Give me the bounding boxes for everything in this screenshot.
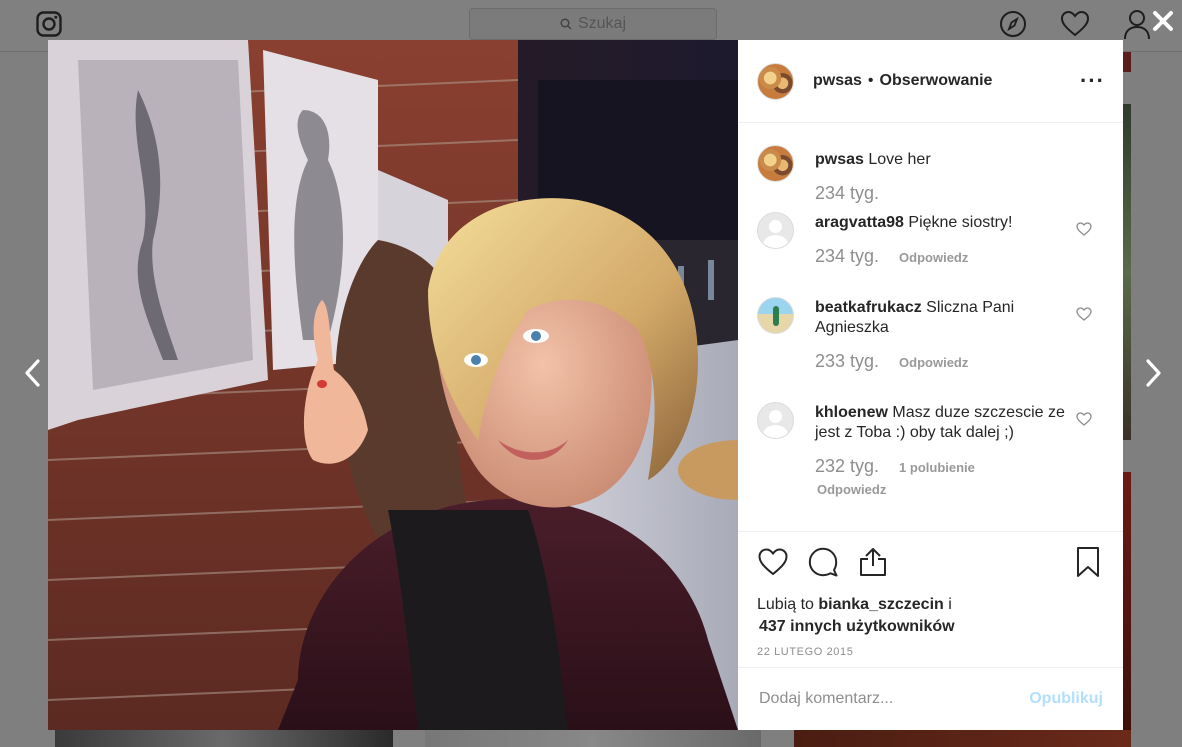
comment-likes-count[interactable]: 1 polubienie [899,460,975,475]
avatar[interactable] [757,297,794,334]
reply-button[interactable]: Odpowiedz [817,482,1065,497]
avatar[interactable] [757,145,794,182]
comment-text: beatkafrukacz Sliczna Pani Agnieszka [815,298,1065,338]
comment-text: aragvatta98 Piękne siostry! [815,213,1065,233]
comment-body: Love her [868,151,931,168]
avatar[interactable] [757,62,794,100]
comment-item: pwsas Love her 234 tyg. [757,145,1104,212]
background-tile [1123,104,1131,440]
comment-icon[interactable] [807,546,839,578]
post-details-panel: pwsas • Obserwowanie ··· pwsas Love her … [738,40,1123,730]
reply-button[interactable]: Odpowiedz [899,250,968,265]
next-post-arrow-icon[interactable] [1138,353,1168,393]
separator-dot: • [867,72,874,89]
likes-others-count[interactable]: 437 innych użytkowników [759,618,955,635]
comment-like-icon[interactable] [1076,222,1092,236]
add-comment-bar: Opublikuj [738,667,1123,730]
explore-icon[interactable] [999,10,1027,38]
post-photo-illustration [48,40,738,730]
post-modal: pwsas • Obserwowanie ··· pwsas Love her … [48,40,1123,730]
comment-time[interactable]: 234 tyg. [815,183,879,204]
post-date[interactable]: 22 LUTEGO 2015 [757,646,1104,658]
more-options-icon[interactable]: ··· [1080,70,1105,92]
comments-list[interactable]: pwsas Love her 234 tyg. aragvatta98 Pięk… [738,123,1123,531]
background-tile [1123,52,1131,72]
avatar[interactable] [757,212,794,249]
comment-time[interactable]: 232 tyg. [815,456,879,477]
background-tile [55,730,393,747]
publish-button[interactable]: Opublikuj [1029,690,1103,708]
comment-item: khloenew Masz duze szczescie ze jest z T… [757,402,1104,497]
comment-body: Piękne siostry! [908,214,1013,231]
background-tile [425,730,761,747]
comment-username[interactable]: aragvatta98 [815,214,904,231]
comment-input[interactable] [759,690,1030,708]
like-icon[interactable] [757,546,789,578]
comment-username[interactable]: beatkafrukacz [815,299,922,316]
instagram-icon[interactable] [36,11,62,37]
post-header: pwsas • Obserwowanie ··· [738,40,1123,123]
comment-username[interactable]: pwsas [815,151,864,168]
post-photo[interactable] [48,40,738,730]
comment-like-icon[interactable] [1076,307,1092,321]
post-actions: Lubią to bianka_szczecin i 437 innych uż… [738,531,1123,667]
background-tile [1123,472,1131,747]
comment-item: aragvatta98 Piękne siostry! 234 tyg. Odp… [757,212,1104,297]
comment-text: khloenew Masz duze szczescie ze jest z T… [815,403,1065,443]
search-icon [560,18,572,30]
heart-icon[interactable] [1060,10,1090,38]
post-author-username[interactable]: pwsas [813,72,862,90]
following-button[interactable]: Obserwowanie [880,72,993,90]
search-placeholder: Szukaj [577,15,627,32]
share-icon[interactable] [857,546,889,578]
likes-conjunction: i [948,596,952,613]
search-bar[interactable]: Szukaj [469,8,717,40]
comment-item: beatkafrukacz Sliczna Pani Agnieszka 233… [757,297,1104,402]
close-icon[interactable] [1148,6,1178,36]
background-tile [794,730,1131,747]
likes-summary: Lubią to bianka_szczecin i 437 innych uż… [757,594,1104,638]
likes-prefix: Lubią to [757,596,814,613]
reply-button[interactable]: Odpowiedz [899,355,968,370]
bookmark-icon[interactable] [1072,546,1104,578]
comment-time[interactable]: 233 tyg. [815,351,879,372]
comment-time[interactable]: 234 tyg. [815,246,879,267]
previous-post-arrow-icon[interactable] [18,353,48,393]
avatar[interactable] [757,402,794,439]
comment-like-icon[interactable] [1076,412,1092,426]
comment-text: pwsas Love her [815,150,1065,170]
comment-username[interactable]: khloenew [815,404,888,421]
likes-username[interactable]: bianka_szczecin [818,596,943,613]
